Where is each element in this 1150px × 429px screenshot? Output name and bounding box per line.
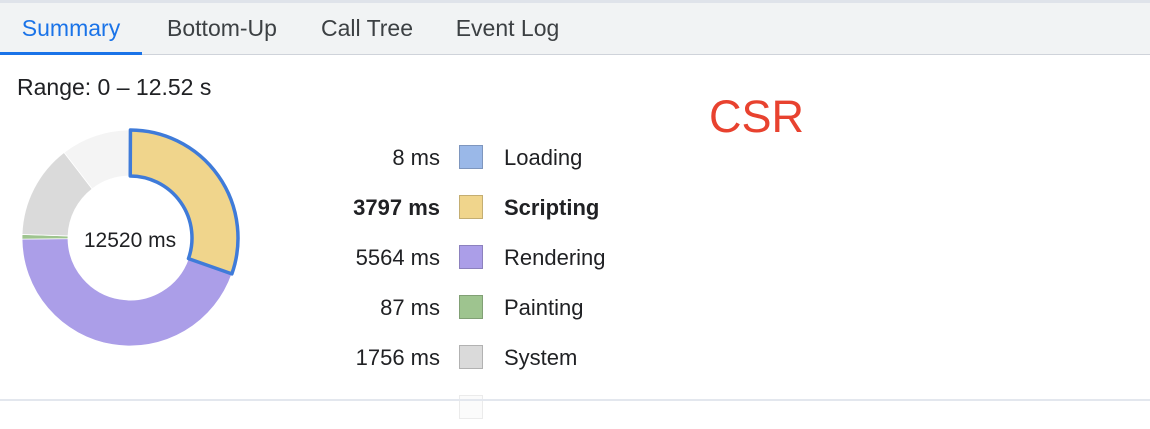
legend-swatch <box>459 345 483 369</box>
tab-bottom-up[interactable]: Bottom-Up <box>148 3 296 54</box>
tab-call-tree[interactable]: Call Tree <box>307 3 427 54</box>
legend-label: Scripting <box>504 195 599 221</box>
legend-row-system: 1756 ms System <box>300 339 720 379</box>
legend-label: System <box>504 345 577 371</box>
tab-bar: Summary Bottom-Up Call Tree Event Log <box>0 3 1150 55</box>
legend-label: Loading <box>504 145 582 171</box>
tab-summary[interactable]: Summary <box>0 3 142 54</box>
tab-event-log[interactable]: Event Log <box>440 3 575 54</box>
legend-row-painting: 87 ms Painting <box>300 289 720 329</box>
legend-swatch <box>459 195 483 219</box>
legend-swatch <box>459 295 483 319</box>
legend-value: 87 ms <box>380 295 440 321</box>
legend-row-scripting: 3797 ms Scripting <box>300 189 720 229</box>
legend-row-rendering: 5564 ms Rendering <box>300 239 720 279</box>
legend-value: 5564 ms <box>356 245 440 271</box>
bottom-border <box>0 399 1150 401</box>
donut-slice-scripting <box>130 130 238 274</box>
legend-swatch <box>459 145 483 169</box>
legend-label: Rendering <box>504 245 606 271</box>
annotation-text: CSR <box>709 91 804 143</box>
donut-total-label: 12520 ms <box>84 229 176 252</box>
range-label: Range: 0 – 12.52 s <box>17 74 211 101</box>
summary-donut-chart: 12520 ms <box>14 122 246 354</box>
legend-label: Painting <box>504 295 584 321</box>
legend-value: 1756 ms <box>356 345 440 371</box>
legend-row-loading: 8 ms Loading <box>300 139 720 179</box>
legend-swatch <box>459 245 483 269</box>
legend-value: 8 ms <box>392 145 440 171</box>
legend-value: 3797 ms <box>353 195 440 221</box>
legend-row-idle <box>300 389 720 429</box>
